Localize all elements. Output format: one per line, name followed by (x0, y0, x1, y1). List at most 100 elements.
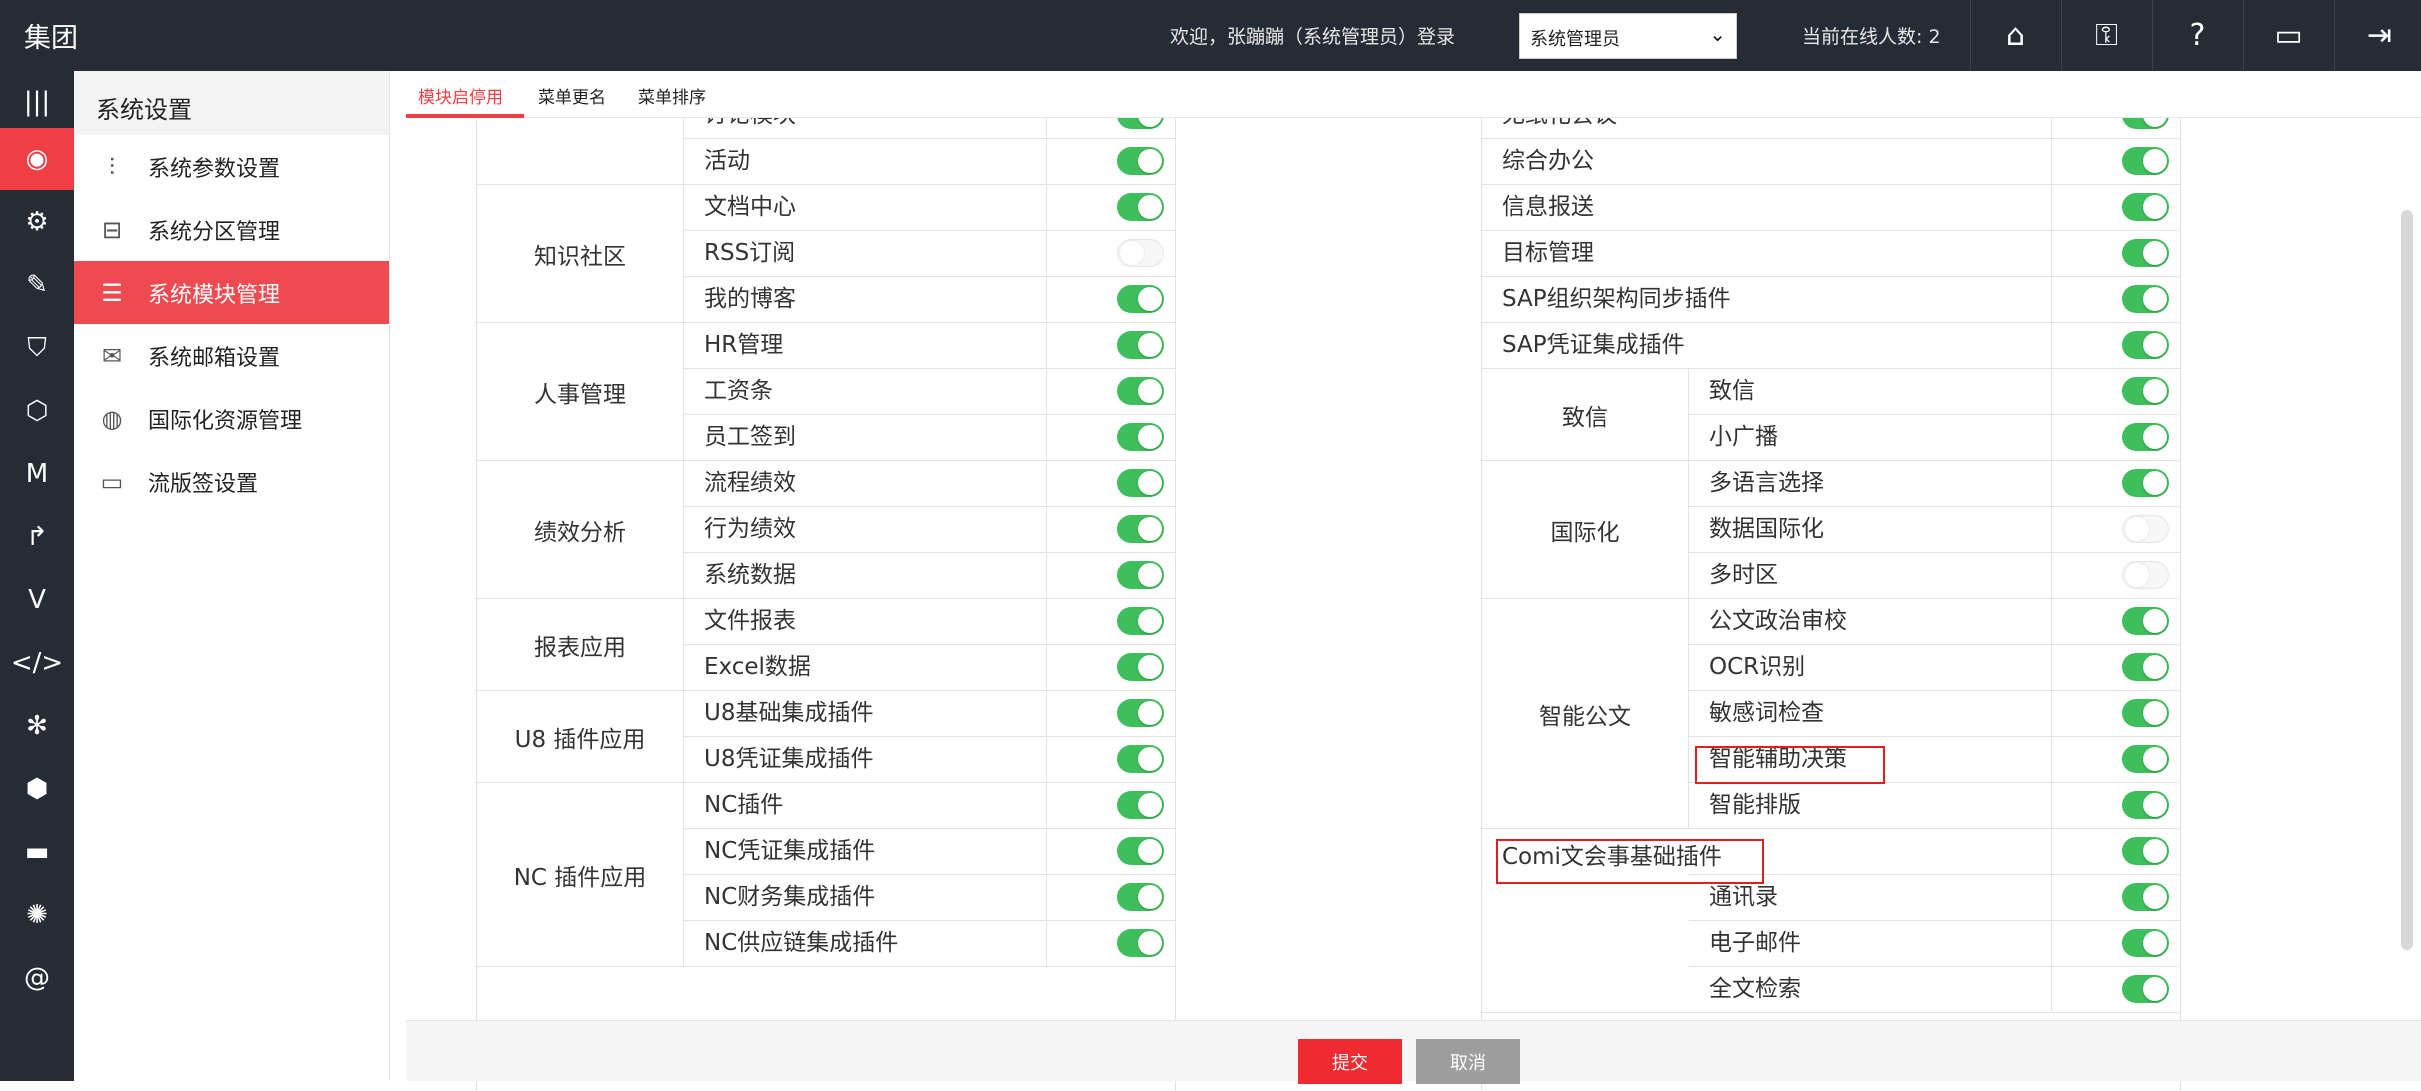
vertical-scrollbar[interactable] (2401, 210, 2413, 950)
module-toggle[interactable] (2122, 469, 2169, 497)
submit-button[interactable]: 提交 (1298, 1039, 1402, 1084)
module-toggle[interactable] (1117, 377, 1164, 405)
code-icon[interactable]: </> (0, 632, 74, 694)
module-toggle[interactable] (1117, 239, 1164, 267)
module-toggle[interactable] (1117, 147, 1164, 175)
module-name: 我的博客 (684, 277, 1047, 322)
module-toggle[interactable] (2122, 745, 2169, 773)
tab-menu-sort[interactable]: 菜单排序 (638, 83, 706, 108)
module-toggle[interactable] (2122, 285, 2169, 313)
module-toggle[interactable] (1117, 118, 1164, 129)
list-icon: ☰ (101, 278, 123, 307)
module-toggle[interactable] (1117, 469, 1164, 497)
module-toggle[interactable] (2122, 791, 2169, 819)
module-name: NC插件 (684, 783, 1047, 828)
side-nav: 系统设置 ⫶ 系统参数设置 ⊟ 系统分区管理 ☰ 系统模块管理 ✉ 系统邮箱设置… (74, 71, 390, 1081)
dashboard-icon[interactable]: ◉ (0, 128, 74, 190)
module-toggle[interactable] (1117, 699, 1164, 727)
sliders-icon: ⫶ (109, 152, 115, 181)
m-icon[interactable]: M (0, 443, 74, 505)
module-row: Excel数据 (684, 645, 1175, 691)
category-cell: 知识社区 (477, 185, 684, 323)
module-toggle[interactable] (2122, 607, 2169, 635)
module-row: U8基础集成插件 (684, 691, 1175, 737)
module-row: 活动 (684, 139, 1175, 185)
module-toggle[interactable] (2122, 147, 2169, 175)
menu-icon[interactable]: ||| (0, 71, 74, 133)
cube-icon[interactable]: ⬢ (0, 758, 74, 820)
category-cell: 人事管理 (477, 323, 684, 461)
module-toggle[interactable] (1117, 653, 1164, 681)
shield-icon[interactable]: ⛉ (0, 317, 74, 379)
sidenav-title: 系统设置 (74, 71, 389, 135)
gear-icon[interactable]: ⚙ (0, 191, 74, 253)
screen-icon[interactable]: ▬ (0, 821, 74, 883)
module-toggle[interactable] (1117, 331, 1164, 359)
v-icon[interactable]: V (0, 569, 74, 631)
module-toggle[interactable] (1117, 791, 1164, 819)
module-name: 工资条 (684, 369, 1047, 414)
help-icon[interactable]: ? (2152, 0, 2242, 71)
logout-icon[interactable]: ⇥ (2334, 0, 2421, 71)
highlight-box-decision (1695, 746, 1885, 784)
key-icon[interactable]: ⚿ (2061, 0, 2151, 71)
share-icon[interactable]: ↱ (0, 506, 74, 568)
nav-item-partition[interactable]: ⊟ 系统分区管理 (74, 198, 389, 261)
nav-item-mailbox[interactable]: ✉ 系统邮箱设置 (74, 324, 389, 387)
module-toggle[interactable] (2122, 239, 2169, 267)
module-toggle[interactable] (1117, 193, 1164, 221)
mail-icon: ✉ (101, 341, 123, 370)
nav-item-system-params[interactable]: ⫶ 系统参数设置 (74, 135, 389, 198)
category-cell: U8 插件应用 (477, 691, 684, 783)
module-name: 综合办公 (1482, 139, 2052, 184)
tab-module-toggle[interactable]: 模块启停用 (418, 83, 503, 108)
nav-item-i18n[interactable]: ◍ 国际化资源管理 (74, 387, 389, 450)
module-name: 文档中心 (684, 185, 1047, 230)
module-row: 行为绩效 (684, 507, 1175, 553)
module-name: 活动 (684, 139, 1047, 184)
module-toggle[interactable] (1117, 607, 1164, 635)
module-toggle[interactable] (2122, 837, 2169, 865)
monitor-icon[interactable]: ▭ (2243, 0, 2333, 71)
hexagon-icon[interactable]: ⬡ (0, 380, 74, 442)
module-row: RSS订阅 (684, 231, 1175, 277)
module-toggle[interactable] (2122, 377, 2169, 405)
tab-menu-rename[interactable]: 菜单更名 (538, 83, 606, 108)
module-toggle[interactable] (1117, 285, 1164, 313)
module-row: SAP凭证集成插件 (1482, 323, 2180, 369)
settings-icon[interactable]: ✻ (0, 695, 74, 757)
module-name: Excel数据 (684, 645, 1047, 690)
module-toggle[interactable] (2122, 561, 2169, 589)
module-toggle[interactable] (2122, 118, 2169, 129)
home-icon[interactable]: ⌂ (1970, 0, 2060, 71)
role-select[interactable]: 系统管理员 ⌄ (1519, 13, 1737, 59)
module-toggle[interactable] (2122, 423, 2169, 451)
module-toggle[interactable] (2122, 929, 2169, 957)
module-toggle[interactable] (1117, 515, 1164, 543)
nav-item-module-management[interactable]: ☰ 系统模块管理 (74, 261, 389, 324)
nav-item-label: 国际化资源管理 (148, 408, 303, 434)
chevron-down-icon: ⌄ (1709, 22, 1726, 46)
module-toggle[interactable] (2122, 515, 2169, 543)
module-toggle[interactable] (2122, 653, 2169, 681)
module-name: 敏感词检查 (1689, 691, 2052, 736)
module-toggle[interactable] (1117, 837, 1164, 865)
cancel-button[interactable]: 取消 (1416, 1039, 1520, 1084)
bulb-icon[interactable]: ✺ (0, 884, 74, 946)
module-toggle[interactable] (2122, 699, 2169, 727)
module-toggle[interactable] (2122, 193, 2169, 221)
module-row: 无纸化会议 (1482, 118, 2180, 139)
module-toggle[interactable] (1117, 883, 1164, 911)
module-toggle[interactable] (1117, 423, 1164, 451)
module-name: 全文检索 (1689, 967, 2052, 1012)
module-toggle[interactable] (1117, 745, 1164, 773)
module-row: 小广播 (1689, 415, 2180, 461)
module-toggle[interactable] (2122, 975, 2169, 1003)
module-toggle[interactable] (1117, 929, 1164, 957)
module-toggle[interactable] (2122, 331, 2169, 359)
at-icon[interactable]: @ (0, 947, 74, 1009)
nav-item-signature[interactable]: ▭ 流版签设置 (74, 450, 389, 513)
plugin-icon[interactable]: ✎ (0, 254, 74, 316)
module-toggle[interactable] (1117, 561, 1164, 589)
module-toggle[interactable] (2122, 883, 2169, 911)
